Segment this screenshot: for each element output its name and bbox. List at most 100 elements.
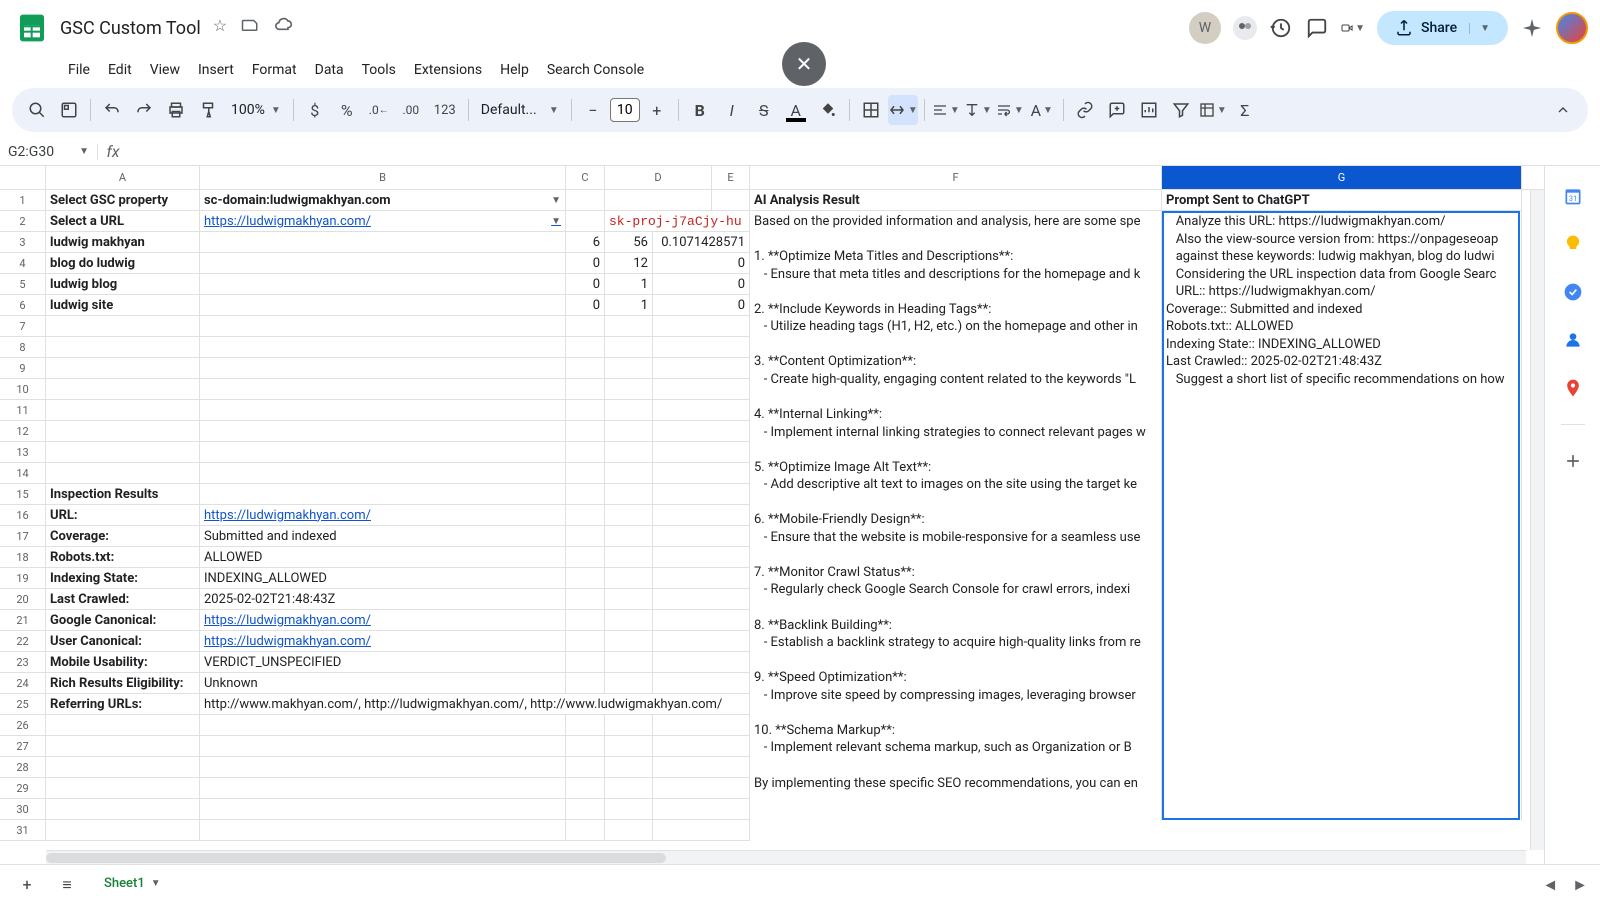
row-header[interactable]: 6 xyxy=(0,295,45,316)
cell[interactable] xyxy=(200,421,566,442)
filter-icon[interactable] xyxy=(1166,95,1196,125)
cell[interactable] xyxy=(200,253,566,274)
row-header[interactable]: 13 xyxy=(0,442,45,463)
cell[interactable] xyxy=(605,379,653,400)
cell[interactable] xyxy=(605,463,653,484)
menu-data[interactable]: Data xyxy=(307,58,352,82)
row-header[interactable]: 22 xyxy=(0,631,45,652)
gemini-icon[interactable] xyxy=(1520,16,1544,40)
close-overlay-button[interactable]: ✕ xyxy=(782,42,826,86)
cell[interactable] xyxy=(200,316,566,337)
tasks-icon[interactable] xyxy=(1561,280,1585,304)
menu-file[interactable]: File xyxy=(60,58,98,82)
borders-icon[interactable] xyxy=(856,95,886,125)
cell[interactable] xyxy=(605,505,653,526)
menu-tools[interactable]: Tools xyxy=(354,58,404,82)
row-header[interactable]: 28 xyxy=(0,757,45,778)
keep-icon[interactable] xyxy=(1561,232,1585,256)
cell[interactable] xyxy=(653,736,750,757)
cell[interactable]: VERDICT_UNSPECIFIED xyxy=(200,652,566,673)
share-dropdown-icon[interactable]: ▼ xyxy=(1469,23,1490,34)
currency-icon[interactable]: $ xyxy=(300,95,330,125)
cell[interactable]: 12 xyxy=(605,253,653,274)
row-header[interactable]: 23 xyxy=(0,652,45,673)
cell[interactable]: ludwig makhyan xyxy=(46,232,200,253)
add-sheet-icon[interactable]: + xyxy=(12,870,42,900)
menu-extensions[interactable]: Extensions xyxy=(406,58,490,82)
strikethrough-icon[interactable]: S xyxy=(749,95,779,125)
cell[interactable]: Submitted and indexed xyxy=(200,526,566,547)
italic-icon[interactable]: I xyxy=(717,95,747,125)
row-header[interactable]: 17 xyxy=(0,526,45,547)
cell[interactable] xyxy=(200,379,566,400)
cell[interactable] xyxy=(566,442,605,463)
cell[interactable] xyxy=(200,757,566,778)
cell[interactable] xyxy=(566,610,605,631)
cell[interactable]: 0 xyxy=(566,253,605,274)
cell[interactable]: 56 xyxy=(605,232,653,253)
cell[interactable] xyxy=(605,547,653,568)
cell[interactable]: https://ludwigmakhyan.com/ xyxy=(200,610,566,631)
cell[interactable] xyxy=(566,652,605,673)
format-123-icon[interactable]: 123 xyxy=(428,95,462,125)
cell[interactable] xyxy=(46,757,200,778)
cell[interactable] xyxy=(566,736,605,757)
decrease-decimal-icon[interactable]: .0← xyxy=(364,95,394,125)
cell[interactable]: Inspection Results xyxy=(46,484,200,505)
bold-icon[interactable]: B xyxy=(685,95,715,125)
decrease-font-icon[interactable]: − xyxy=(578,95,608,125)
cell[interactable] xyxy=(653,526,750,547)
h-align-icon[interactable]: ▼ xyxy=(931,95,961,125)
cell[interactable] xyxy=(566,757,605,778)
cell[interactable] xyxy=(566,631,605,652)
row-header[interactable]: 15 xyxy=(0,484,45,505)
cell[interactable]: 2025-02-02T21:48:43Z xyxy=(200,589,566,610)
cell[interactable] xyxy=(566,778,605,799)
menu-insert[interactable]: Insert xyxy=(190,58,242,82)
vertical-scrollbar[interactable] xyxy=(1530,190,1544,850)
col-header-A[interactable]: A xyxy=(46,166,200,189)
fill-color-icon[interactable] xyxy=(813,95,843,125)
cell[interactable]: Robots.txt: xyxy=(46,547,200,568)
cell[interactable] xyxy=(200,295,566,316)
cell[interactable] xyxy=(605,820,653,841)
cell[interactable]: Select GSC property xyxy=(46,190,200,211)
cell[interactable]: ludwig site xyxy=(46,295,200,316)
filter-views-icon[interactable]: ▼ xyxy=(1198,95,1228,125)
cell[interactable] xyxy=(653,715,750,736)
cell[interactable] xyxy=(653,484,750,505)
cell[interactable] xyxy=(653,442,750,463)
cell[interactable] xyxy=(46,358,200,379)
cell[interactable]: ludwig blog xyxy=(46,274,200,295)
cell[interactable] xyxy=(566,547,605,568)
row-header[interactable]: 25 xyxy=(0,694,45,715)
cell[interactable] xyxy=(566,820,605,841)
cell[interactable] xyxy=(46,799,200,820)
cell[interactable] xyxy=(200,484,566,505)
row-header[interactable]: 24 xyxy=(0,673,45,694)
cell[interactable]: Select a URL xyxy=(46,211,200,232)
cell[interactable] xyxy=(605,757,653,778)
cell[interactable] xyxy=(200,463,566,484)
cell[interactable] xyxy=(605,652,653,673)
row-header[interactable]: 1 xyxy=(0,190,45,211)
cell[interactable] xyxy=(653,631,750,652)
v-align-icon[interactable]: ▼ xyxy=(963,95,993,125)
functions-icon[interactable]: Σ xyxy=(1230,95,1260,125)
cell[interactable]: User Canonical: xyxy=(46,631,200,652)
cell[interactable] xyxy=(46,316,200,337)
cloud-status-icon[interactable] xyxy=(273,16,293,40)
contacts-icon[interactable] xyxy=(1561,328,1585,352)
row-header[interactable]: 16 xyxy=(0,505,45,526)
cell[interactable] xyxy=(653,337,750,358)
cell[interactable]: Mobile Usability: xyxy=(46,652,200,673)
cell[interactable] xyxy=(46,820,200,841)
cell[interactable]: blog do ludwig xyxy=(46,253,200,274)
row-header[interactable]: 10 xyxy=(0,379,45,400)
cell[interactable] xyxy=(566,400,605,421)
cell[interactable] xyxy=(653,505,750,526)
history-icon[interactable] xyxy=(1269,16,1293,40)
row-header[interactable]: 27 xyxy=(0,736,45,757)
cell[interactable] xyxy=(605,673,653,694)
cell[interactable] xyxy=(566,673,605,694)
